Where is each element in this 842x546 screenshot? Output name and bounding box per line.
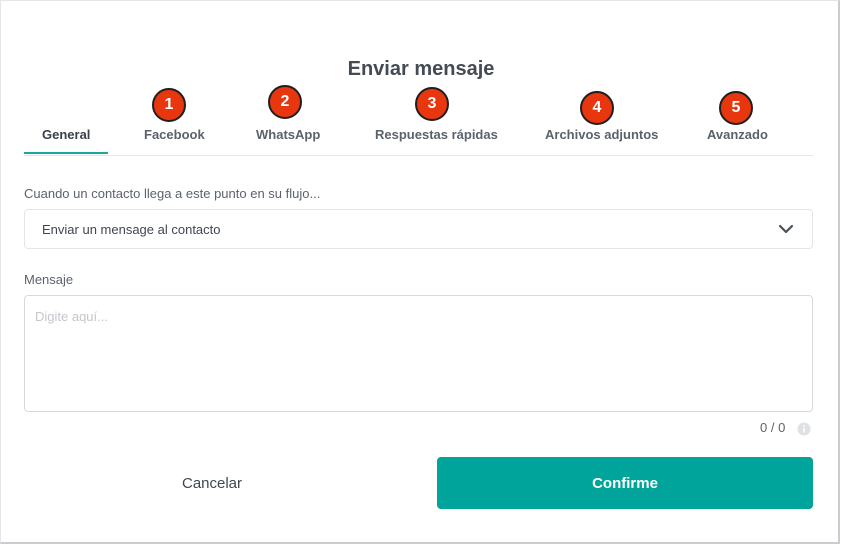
tab-respuestas-rapidas[interactable]: Respuestas rápidas [375,127,498,142]
step-badge-3: 3 [415,87,449,121]
action-select-value: Enviar un mensage al contacto [42,222,221,237]
active-tab-indicator [24,152,108,154]
step-badge-1: 1 [152,88,186,122]
info-icon[interactable] [797,422,811,436]
message-label: Mensaje [24,272,74,287]
trigger-label: Cuando un contacto llega a este punto en… [24,186,321,201]
action-select[interactable]: Enviar un mensage al contacto [24,209,813,249]
tab-whatsapp[interactable]: WhatsApp [256,127,320,142]
tab-general[interactable]: General [42,127,90,142]
tab-avanzado[interactable]: Avanzado [707,127,768,142]
confirm-button[interactable]: Confirme [437,457,813,509]
step-badge-2: 2 [268,85,302,119]
message-textarea[interactable] [24,295,813,412]
character-counter: 0 / 0 [760,420,786,435]
tab-archivos-adjuntos[interactable]: Archivos adjuntos [545,127,658,142]
cancel-button[interactable]: Cancelar [116,458,308,508]
tab-facebook[interactable]: Facebook [144,127,205,142]
step-badge-4: 4 [580,91,614,125]
step-badge-5: 5 [719,91,753,125]
dialog-title: Enviar mensaje [347,58,495,80]
chevron-down-icon [778,224,794,234]
